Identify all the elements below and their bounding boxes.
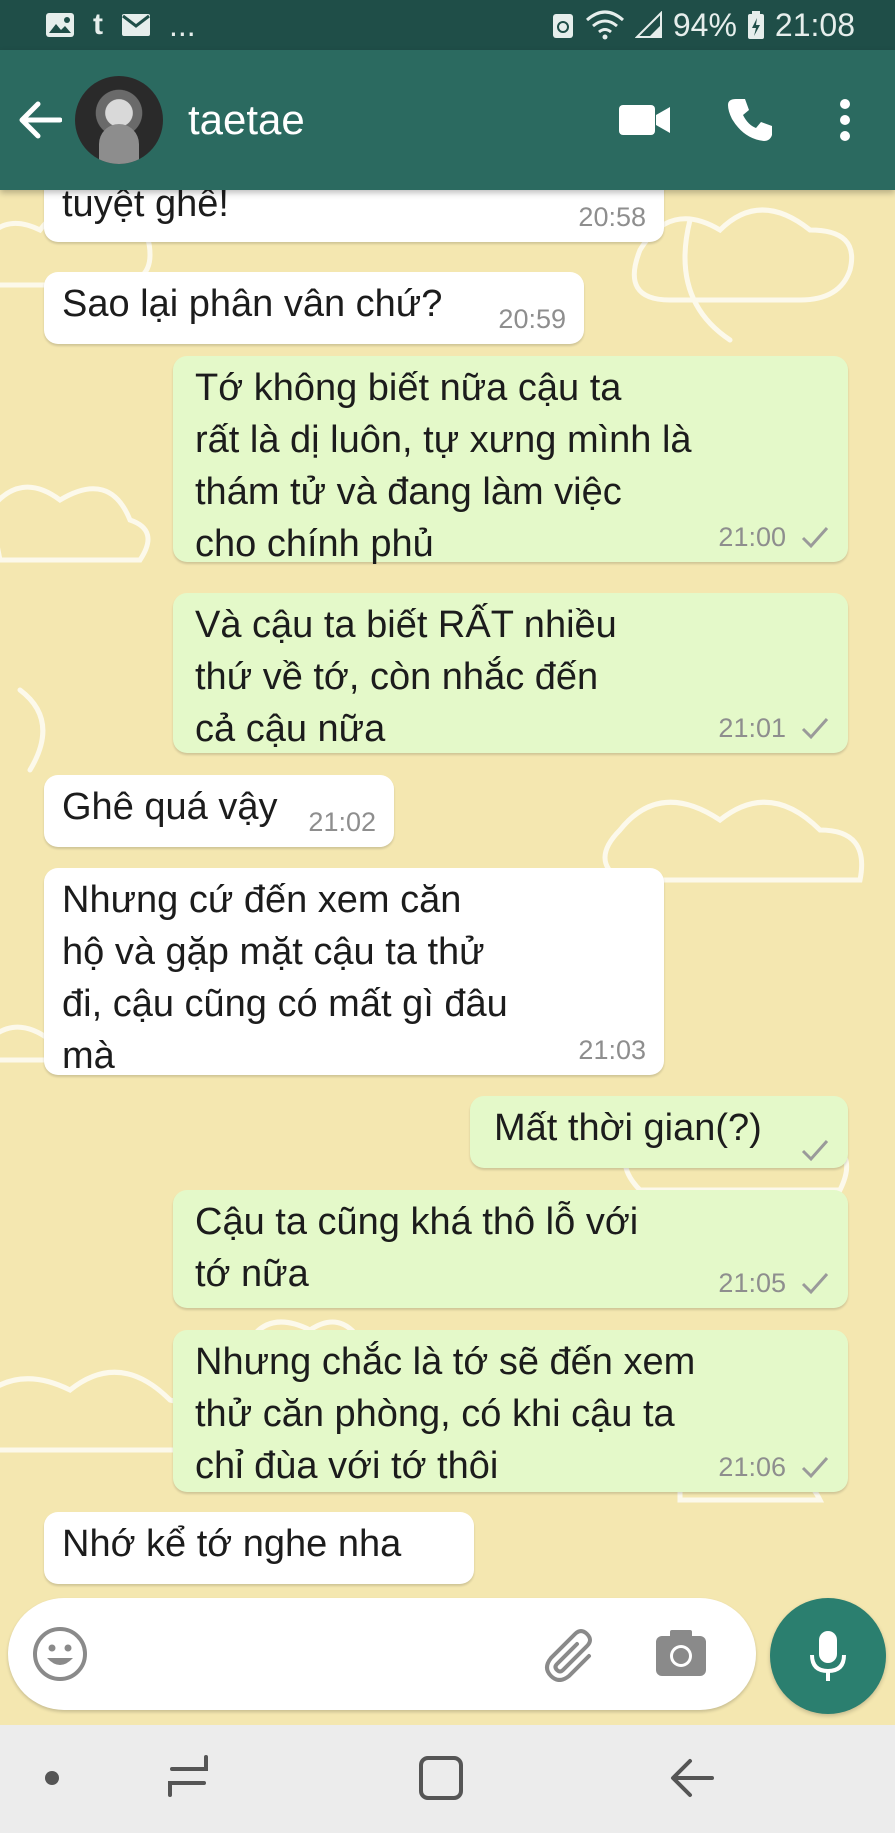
message-input[interactable] [118,1624,512,1686]
sent-check-icon [800,1271,830,1295]
recent-apps-icon [168,1755,208,1797]
paperclip-icon [545,1629,592,1682]
smiley-icon [33,1627,87,1681]
message-text: Mất thời gian(?) [494,1107,762,1149]
voice-call-button[interactable] [710,80,790,160]
message-incoming[interactable]: Ghê quá vậy 21:02 [44,775,394,847]
message-incoming[interactable]: Sao lại phân vân chứ? 20:59 [44,272,584,344]
home-button[interactable] [418,1755,464,1806]
microphone-icon [810,1631,846,1681]
message-time: 20:58 [578,202,646,232]
message-time: 21:02 [308,807,376,837]
image-icon [45,11,75,39]
message-time: 20:59 [498,304,566,334]
wifi-icon [585,10,625,40]
nav-dot-button[interactable] [45,1771,59,1785]
signal-icon [634,11,663,39]
message-incoming[interactable]: Nhớ kể tớ nghe nha [44,1512,474,1584]
message-time: 21:01 [718,713,786,743]
message-text: Nhưng cứ đến xem căn hộ và gặp mặt cậu t… [62,879,508,1077]
camera-icon [656,1630,706,1676]
sent-check-icon [800,1455,830,1479]
kebab-menu-icon [840,99,850,141]
battery-percent: 94% [672,6,737,43]
message-composer [8,1598,756,1710]
tumblr-icon: t [93,8,103,41]
system-nav-bar [0,1725,895,1833]
recent-apps-button[interactable] [166,1753,210,1804]
back-nav-button[interactable] [668,1755,716,1806]
message-outgoing[interactable]: Và cậu ta biết RẤT nhiều thứ về tớ, còn … [173,593,848,753]
video-call-button[interactable] [605,80,685,160]
emoji-button[interactable] [32,1626,88,1687]
message-text: Nhớ kể tớ nghe nha [62,1523,402,1565]
battery-charging-icon [747,10,765,40]
home-square-icon [419,1756,463,1800]
sent-check-icon [800,716,830,740]
message-time: 21:05 [718,1268,786,1298]
chat-header: taetae [0,50,895,190]
phone-icon [728,99,772,141]
message-outgoing[interactable]: Cậu ta cũng khá thô lỗ với tớ nữa 21:05 [173,1190,848,1308]
message-text: Sao lại phân vân chứ? [62,283,443,325]
status-bar: t ... 94% 21:08 [0,0,895,50]
message-list[interactable]: tuyệt ghê! 20:58 Sao lại phân vân chứ? 2… [0,174,895,1590]
sent-check-icon [800,525,830,549]
message-outgoing[interactable]: Tớ không biết nữa cậu ta rất là dị luôn,… [173,356,848,565]
message-time: 21:03 [578,1035,646,1065]
message-time: 21:06 [718,1452,786,1482]
recycle-icon [551,11,575,39]
message-incoming[interactable]: Nhưng cứ đến xem căn hộ và gặp mặt cậu t… [44,868,664,1077]
avatar[interactable] [75,76,163,164]
more-options-button[interactable] [805,80,885,160]
contact-name[interactable]: taetae [188,96,605,144]
message-time: 21:00 [718,522,786,552]
status-time: 21:08 [774,6,855,43]
back-arrow-icon [671,1759,714,1797]
video-camera-icon [619,105,670,135]
sent-check-icon [800,1138,830,1162]
back-button[interactable] [5,85,75,155]
message-outgoing[interactable]: Nhưng chắc là tớ sẽ đến xem thử căn phòn… [173,1330,848,1492]
microphone-button[interactable] [770,1598,886,1714]
attach-button[interactable] [543,1626,599,1687]
arrow-left-icon [19,101,62,139]
camera-button[interactable] [654,1628,708,1683]
message-outgoing[interactable]: Mất thời gian(?) [470,1096,848,1168]
status-more: ... [169,6,196,43]
mail-icon [121,13,151,37]
